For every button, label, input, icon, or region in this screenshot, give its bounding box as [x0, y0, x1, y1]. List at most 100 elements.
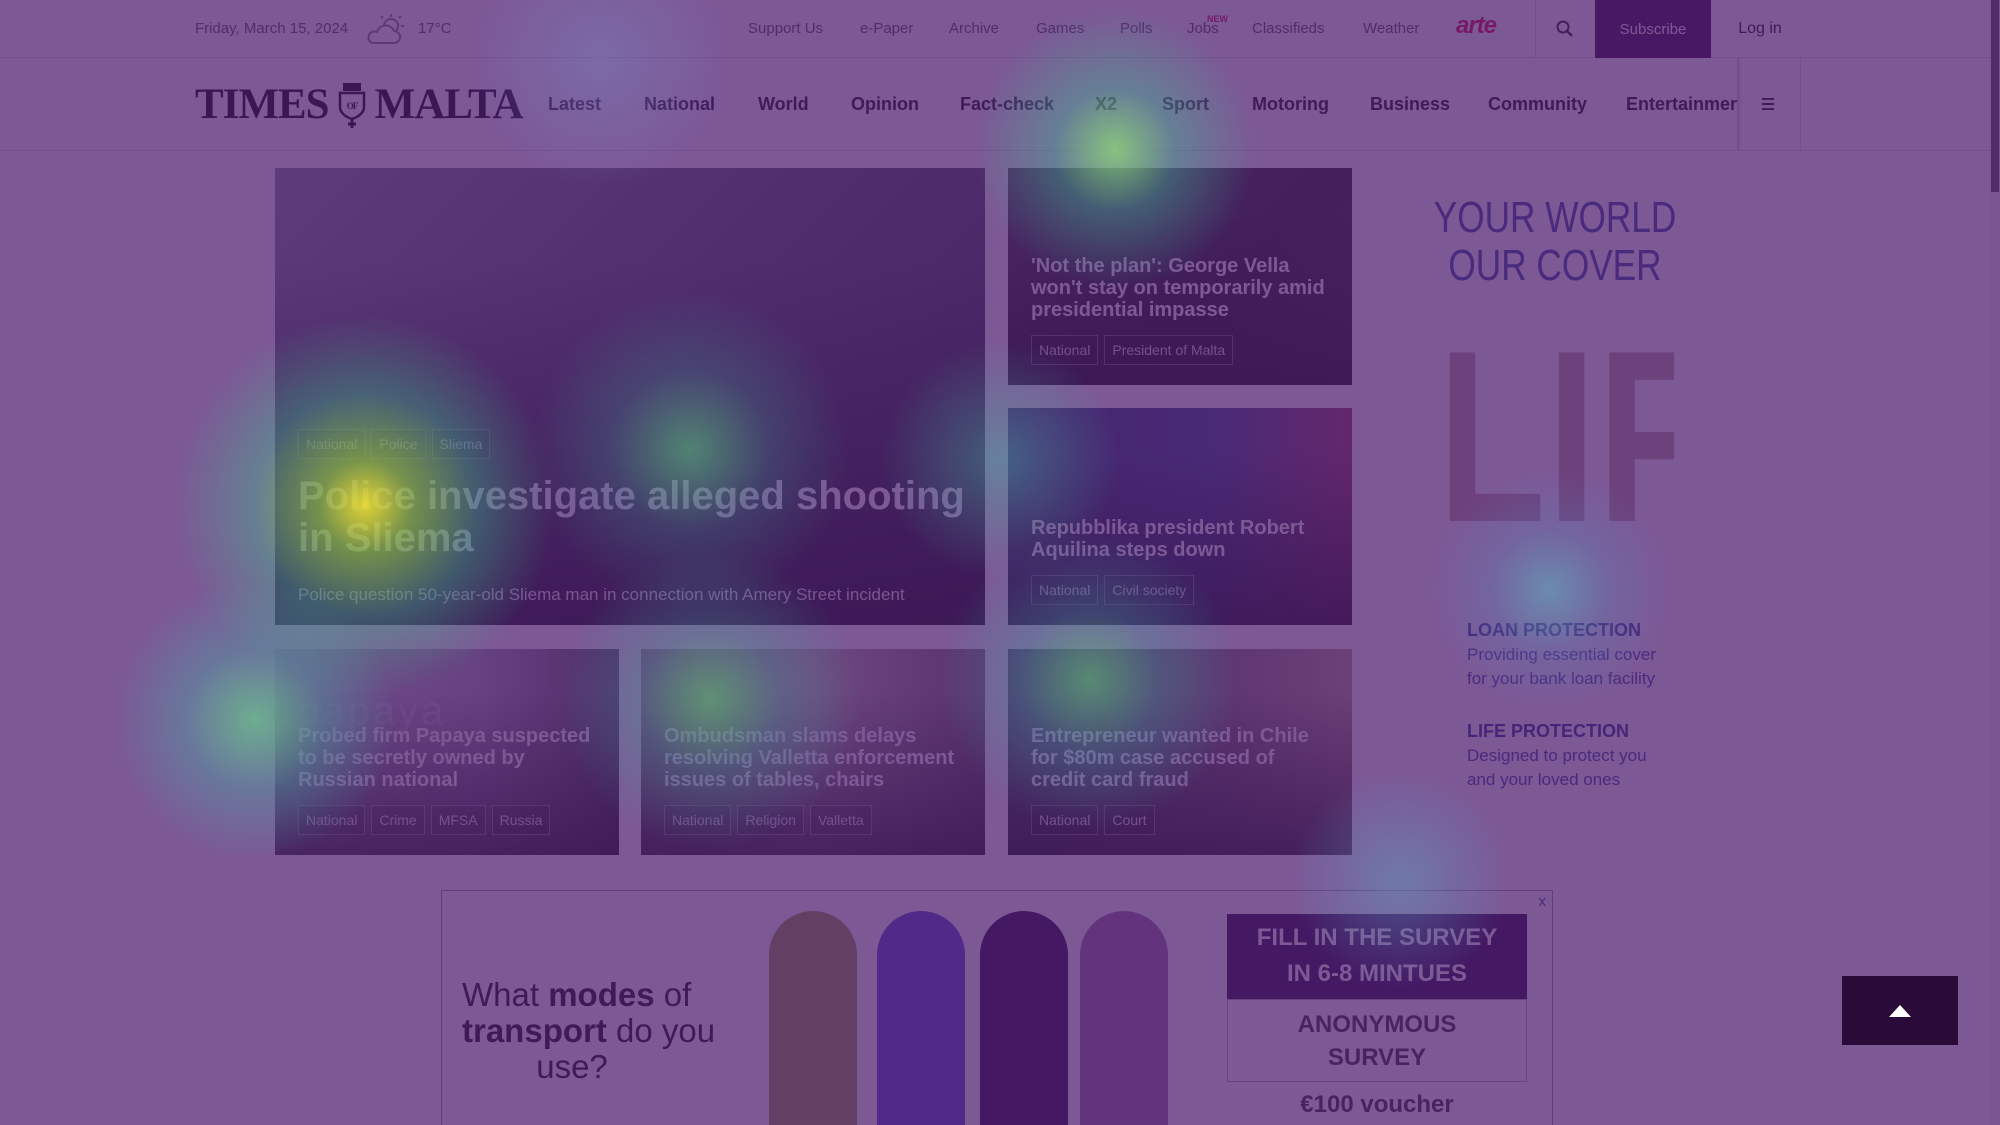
nav-fact-check[interactable]: Fact-check: [960, 94, 1054, 115]
tag[interactable]: Valletta: [809, 805, 872, 835]
logo-text: MALTA: [374, 81, 524, 128]
article-card[interactable]: Repubblika president Robert Aquilina ste…: [1008, 408, 1352, 625]
survey-advertisement[interactable]: x What modes of transport do you use? FI…: [441, 890, 1553, 1125]
ad-question-text: of: [654, 976, 692, 1013]
partly-cloudy-icon: [367, 14, 404, 44]
tag[interactable]: Russia: [491, 805, 551, 835]
close-ad-button[interactable]: x: [1539, 893, 1547, 910]
bicycle-image: [877, 911, 965, 1125]
nav-national[interactable]: National: [644, 94, 715, 115]
ad-item-text: for your bank loan facility: [1467, 669, 1656, 688]
tag[interactable]: Police: [371, 429, 426, 459]
divider: [1535, 0, 1536, 58]
logo-text: TIMES: [195, 81, 330, 128]
polls-link[interactable]: Polls: [1120, 20, 1153, 37]
tag[interactable]: National: [1031, 335, 1099, 365]
nav-business[interactable]: Business: [1370, 94, 1450, 115]
tag[interactable]: Civil society: [1104, 575, 1195, 605]
ad-question-text: do you: [606, 1012, 716, 1049]
nav-sport[interactable]: Sport: [1162, 94, 1209, 115]
survey-cta-button[interactable]: FILL IN THE SURVEY IN 6-8 MINTUES: [1227, 914, 1527, 999]
divider: [1800, 58, 1801, 150]
ad-item-text: Designed to protect you: [1467, 746, 1647, 765]
article-headline[interactable]: Repubblika president Robert Aquilina ste…: [1031, 517, 1332, 561]
voucher-text: €100 voucher: [1300, 1091, 1454, 1118]
article-headline[interactable]: Probed firm Papaya suspected to be secre…: [298, 725, 599, 791]
ad-question-line: What modes of: [462, 976, 691, 1013]
weather-link[interactable]: Weather: [1363, 20, 1419, 37]
times-of-malta-logo[interactable]: TIMES OF MALTA: [195, 80, 524, 129]
login-button[interactable]: Log in: [1720, 0, 1800, 58]
ad-item-title: LOAN PROTECTION: [1467, 620, 1641, 640]
anonymous-survey-label: ANONYMOUS SURVEY: [1227, 999, 1527, 1082]
ad-headline: OUR COVER: [1448, 241, 1662, 291]
article-card[interactable]: 'Not the plan': George Vella won't stay …: [1008, 168, 1352, 385]
tag[interactable]: Religion: [737, 805, 804, 835]
scrollbar-thumb[interactable]: [1991, 0, 1999, 192]
tag[interactable]: National: [1031, 805, 1099, 835]
new-badge: NEW: [1207, 14, 1228, 24]
anon-line: SURVEY: [1327, 1044, 1427, 1071]
ad-question-text: What: [462, 976, 549, 1013]
classifieds-link[interactable]: Classifieds: [1252, 20, 1325, 37]
back-to-top-button[interactable]: [1842, 976, 1958, 1045]
tag[interactable]: Court: [1104, 805, 1155, 835]
ad-question-bold: transport: [462, 1012, 607, 1049]
article-card[interactable]: Entrepreneur wanted in Chile for $80m ca…: [1008, 649, 1352, 855]
tag[interactable]: President of Malta: [1104, 335, 1234, 365]
arte-logo-link[interactable]: arte: [1456, 12, 1497, 40]
life-image: LIFE: [1437, 333, 1674, 539]
date: Friday, March 15, 2024: [195, 20, 349, 37]
nav-x2[interactable]: X2: [1095, 94, 1117, 115]
ad-question-use: use?: [536, 1048, 608, 1085]
featured-article[interactable]: National Police Sliema Police investigat…: [275, 168, 985, 625]
tag[interactable]: National: [1031, 575, 1099, 605]
subscribe-button[interactable]: Subscribe: [1595, 0, 1711, 58]
tag[interactable]: National: [298, 429, 366, 459]
archive-link[interactable]: Archive: [949, 20, 999, 37]
ad-question-line: transport do you: [462, 1012, 715, 1049]
nav-community[interactable]: Community: [1488, 94, 1587, 115]
ad-item-title: LIFE PROTECTION: [1467, 721, 1629, 741]
crest-icon: OF: [338, 82, 365, 128]
support-us-link[interactable]: Support Us: [748, 20, 823, 37]
nav-opinion[interactable]: Opinion: [851, 94, 919, 115]
car-image: [1080, 911, 1168, 1125]
ad-items: LOAN PROTECTION Providing essential cove…: [1467, 620, 1656, 790]
motorcycle-image: [980, 911, 1068, 1125]
article-headline[interactable]: 'Not the plan': George Vella won't stay …: [1031, 255, 1332, 321]
temperature: 17°C: [418, 20, 452, 37]
featured-headline[interactable]: Police investigate alleged shooting in S…: [298, 475, 965, 559]
anon-line: ANONYMOUS: [1297, 1011, 1457, 1038]
tag[interactable]: Sliema: [431, 429, 491, 459]
ad-question-bold: modes: [548, 976, 655, 1013]
article-headline[interactable]: Entrepreneur wanted in Chile for $80m ca…: [1031, 725, 1332, 791]
nav-entertainment[interactable]: Entertainment: [1626, 94, 1738, 114]
nav-latest[interactable]: Latest: [548, 94, 601, 115]
page: Friday, March 15, 2024 17°C Support Us e…: [0, 0, 2000, 1125]
ad-item-text: and your loved ones: [1467, 770, 1621, 789]
article-headline[interactable]: Ombudsman slams delays resolving Vallett…: [664, 725, 965, 791]
side-advertisement[interactable]: YOUR WORLD OUR COVER LIFE LOAN PROTECTIO…: [1390, 168, 1720, 808]
article-card[interactable]: papaya Probed firm Papaya suspected to b…: [275, 649, 619, 855]
ad-headline-block: YOUR WORLD OUR COVER: [1423, 193, 1687, 291]
nav-world[interactable]: World: [758, 94, 809, 115]
featured-subtitle: Police question 50-year-old Sliema man i…: [298, 585, 905, 604]
tag[interactable]: National: [298, 805, 366, 835]
hamburger-menu-icon[interactable]: [1760, 96, 1776, 112]
ad-question: What modes of transport do you use?: [462, 976, 715, 1085]
search-icon[interactable]: [1556, 20, 1574, 38]
cta-line: FILL IN THE SURVEY: [1256, 924, 1498, 951]
tag[interactable]: Crime: [371, 805, 425, 835]
nav-motoring[interactable]: Motoring: [1252, 94, 1329, 115]
arrow-up-icon: [1889, 1004, 1911, 1017]
article-card[interactable]: Ombudsman slams delays resolving Vallett…: [641, 649, 985, 855]
tag[interactable]: MFSA: [430, 805, 486, 835]
bus-image: [769, 911, 857, 1125]
games-link[interactable]: Games: [1036, 20, 1084, 37]
tag[interactable]: National: [664, 805, 732, 835]
svg-text:OF: OF: [346, 101, 358, 111]
e-paper-link[interactable]: e-Paper: [860, 20, 913, 37]
ad-item-text: Providing essential cover: [1467, 645, 1656, 664]
nav-scroll-shadow: [1737, 58, 1742, 150]
